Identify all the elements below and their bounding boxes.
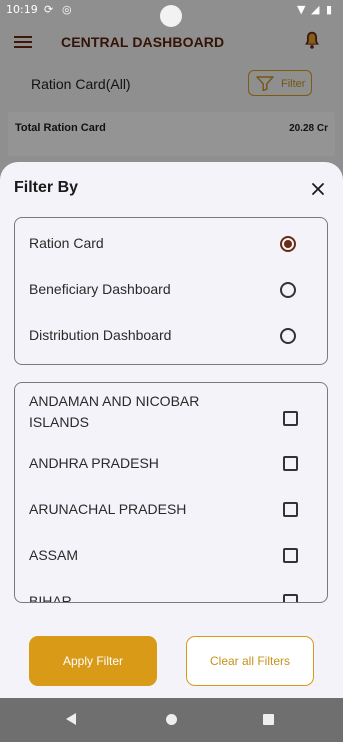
state-label: ARUNACHAL PRADESH: [29, 501, 187, 517]
sheet-title: Filter By: [14, 179, 79, 196]
battery-icon: ▮: [326, 3, 333, 16]
dashboard-type-group: Ration Card Beneficiary Dashboard Distri…: [14, 217, 328, 365]
state-list[interactable]: ANDAMAN AND NICOBAR ISLANDS ANDHRA PRADE…: [14, 382, 328, 603]
camera-cutout: [160, 5, 182, 27]
radio-option-ration-card[interactable]: Ration Card: [15, 219, 327, 265]
close-icon: [312, 183, 324, 195]
clear-filters-button[interactable]: Clear all Filters: [186, 636, 314, 686]
phone-screen: CENTRAL DASHBOARD Ration Card(All) Filte…: [0, 0, 343, 742]
radio-option-label: Distribution Dashboard: [29, 327, 172, 343]
state-label: ANDHRA PRADESH: [29, 455, 159, 471]
state-row-assam[interactable]: ASSAM: [15, 545, 327, 569]
radio-button-selected[interactable]: [280, 236, 296, 252]
radio-option-label: Beneficiary Dashboard: [29, 281, 171, 297]
state-label: ANDAMAN AND NICOBAR ISLANDS: [29, 393, 200, 430]
recents-icon[interactable]: [263, 714, 274, 725]
close-button[interactable]: [307, 178, 329, 200]
sync-icon: ⟳: [44, 3, 54, 16]
radio-button[interactable]: [280, 328, 296, 344]
radio-option-distribution-dashboard[interactable]: Distribution Dashboard: [15, 311, 327, 357]
radio-option-beneficiary-dashboard[interactable]: Beneficiary Dashboard: [15, 265, 327, 311]
state-row-bihar[interactable]: BIHAR: [15, 591, 327, 603]
state-checkbox[interactable]: [283, 594, 298, 602]
state-checkbox[interactable]: [283, 411, 298, 426]
home-icon[interactable]: [166, 714, 177, 725]
notification-icon: ◎: [62, 3, 72, 16]
signal-icon: ◢: [311, 3, 320, 16]
apply-filter-button[interactable]: Apply Filter: [29, 636, 157, 686]
radio-button[interactable]: [280, 282, 296, 298]
filter-bottom-sheet: Filter By Ration Card Beneficiary Dashbo…: [0, 162, 343, 698]
status-time: 10:19: [6, 3, 38, 16]
status-bar: 10:19 ⟳ ◎ ▼ ◢ ▮: [0, 0, 343, 27]
state-label: ASSAM: [29, 547, 79, 563]
state-row-arunachal[interactable]: ARUNACHAL PRADESH: [15, 499, 327, 523]
wifi-icon: ▼: [297, 3, 306, 16]
state-row-andaman[interactable]: ANDAMAN AND NICOBAR ISLANDS: [15, 391, 327, 437]
state-row-andhra[interactable]: ANDHRA PRADESH: [15, 453, 327, 477]
state-label: BIHAR: [29, 593, 72, 603]
state-checkbox[interactable]: [283, 548, 298, 563]
system-nav-bar: [0, 698, 343, 742]
back-icon[interactable]: [66, 713, 76, 725]
state-checkbox[interactable]: [283, 502, 298, 517]
radio-option-label: Ration Card: [29, 235, 104, 251]
state-checkbox[interactable]: [283, 456, 298, 471]
